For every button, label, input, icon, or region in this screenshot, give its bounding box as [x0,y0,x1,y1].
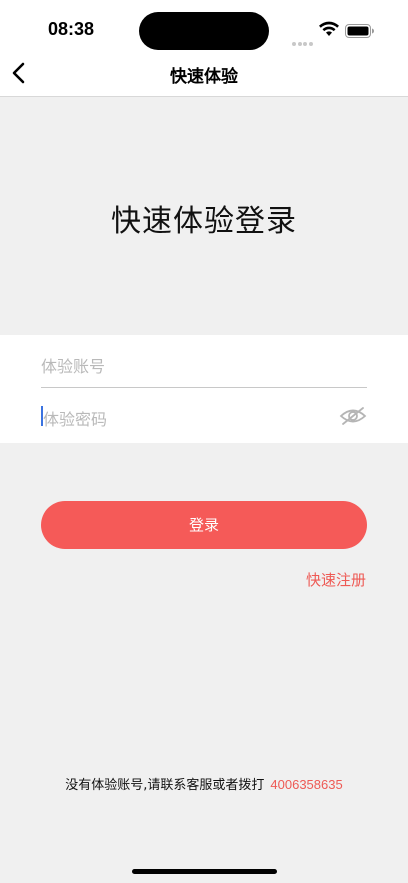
phone-link[interactable]: 4006358635 [270,777,342,792]
quick-register-link[interactable]: 快速注册 [306,569,366,590]
page-title: 快速体验 [170,67,238,87]
dynamic-island [139,12,269,50]
login-form: 体验账号 体验密码 [0,335,408,443]
battery-icon [345,24,374,38]
eye-hidden-icon[interactable] [339,405,367,427]
login-button[interactable]: 登录 [41,501,367,549]
password-placeholder: 体验密码 [43,410,108,429]
wifi-icon [319,21,339,36]
account-input[interactable]: 体验账号 [41,345,367,388]
signal-icon [292,31,314,46]
login-heading: 快速体验登录 [111,204,297,239]
account-placeholder: 体验账号 [41,357,106,376]
nav-bar: 快速体验 [0,56,408,97]
contact-footer: 没有体验账号,请联系客服或者拨打 4006358635 [0,774,408,793]
status-bar: 08:38 [0,0,408,56]
footer-text: 没有体验账号,请联系客服或者拨打 [65,778,265,793]
password-input[interactable]: 体验密码 [41,398,367,438]
home-indicator [132,869,277,874]
status-time: 08:38 [48,19,95,39]
